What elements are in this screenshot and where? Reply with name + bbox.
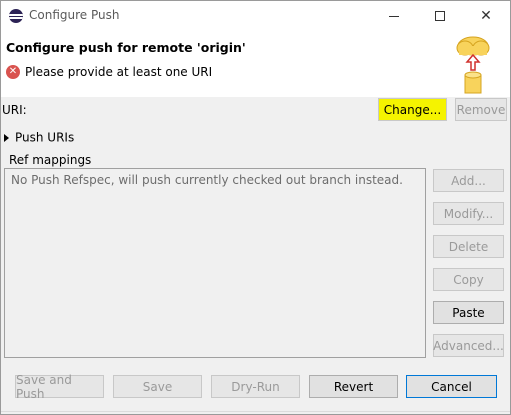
error-message: Please provide at least one URI xyxy=(25,65,213,79)
paste-refspec-button[interactable]: Paste xyxy=(433,301,504,324)
error-icon: ✕ xyxy=(6,65,20,79)
ref-mappings-list[interactable]: No Push Refspec, will push currently che… xyxy=(4,168,426,358)
push-uris-section-toggle[interactable]: Push URIs xyxy=(4,130,74,145)
maximize-button[interactable] xyxy=(417,1,463,31)
uri-label: URI: xyxy=(2,103,27,117)
dialog-header: Configure push for remote 'origin' ✕ Ple… xyxy=(1,31,510,97)
ref-mappings-label: Ref mappings xyxy=(9,153,92,167)
revert-button[interactable]: Revert xyxy=(309,375,398,398)
delete-refspec-button[interactable]: Delete xyxy=(433,235,504,258)
push-uris-label: Push URIs xyxy=(15,130,75,145)
remove-uri-button[interactable]: Remove xyxy=(455,98,507,121)
minimize-button[interactable] xyxy=(371,1,417,31)
change-uri-button[interactable]: Change... xyxy=(378,98,447,121)
cancel-button[interactable]: Cancel xyxy=(406,375,497,398)
maximize-icon xyxy=(435,11,445,21)
eclipse-icon xyxy=(9,9,23,23)
close-icon: ✕ xyxy=(480,8,492,24)
advanced-button[interactable]: Advanced... xyxy=(433,334,504,357)
configure-push-dialog: Configure Push ✕ Configure push for remo… xyxy=(0,0,511,415)
bottom-divider xyxy=(1,411,510,412)
copy-refspec-button[interactable]: Copy xyxy=(433,268,504,291)
push-to-cloud-icon xyxy=(456,36,490,94)
dry-run-button[interactable]: Dry-Run xyxy=(211,375,300,398)
minimize-icon xyxy=(389,15,399,17)
window-title: Configure Push xyxy=(29,8,120,22)
save-button[interactable]: Save xyxy=(113,375,202,398)
modify-refspec-button[interactable]: Modify... xyxy=(433,202,504,225)
close-button[interactable]: ✕ xyxy=(463,1,509,31)
ref-mappings-empty-text: No Push Refspec, will push currently che… xyxy=(11,173,403,187)
header-title: Configure push for remote 'origin' xyxy=(6,40,246,55)
expand-arrow-icon xyxy=(4,133,9,142)
save-and-push-button[interactable]: Save and Push xyxy=(15,373,104,401)
title-bar: Configure Push ✕ xyxy=(1,1,510,31)
add-refspec-button[interactable]: Add... xyxy=(433,169,504,192)
